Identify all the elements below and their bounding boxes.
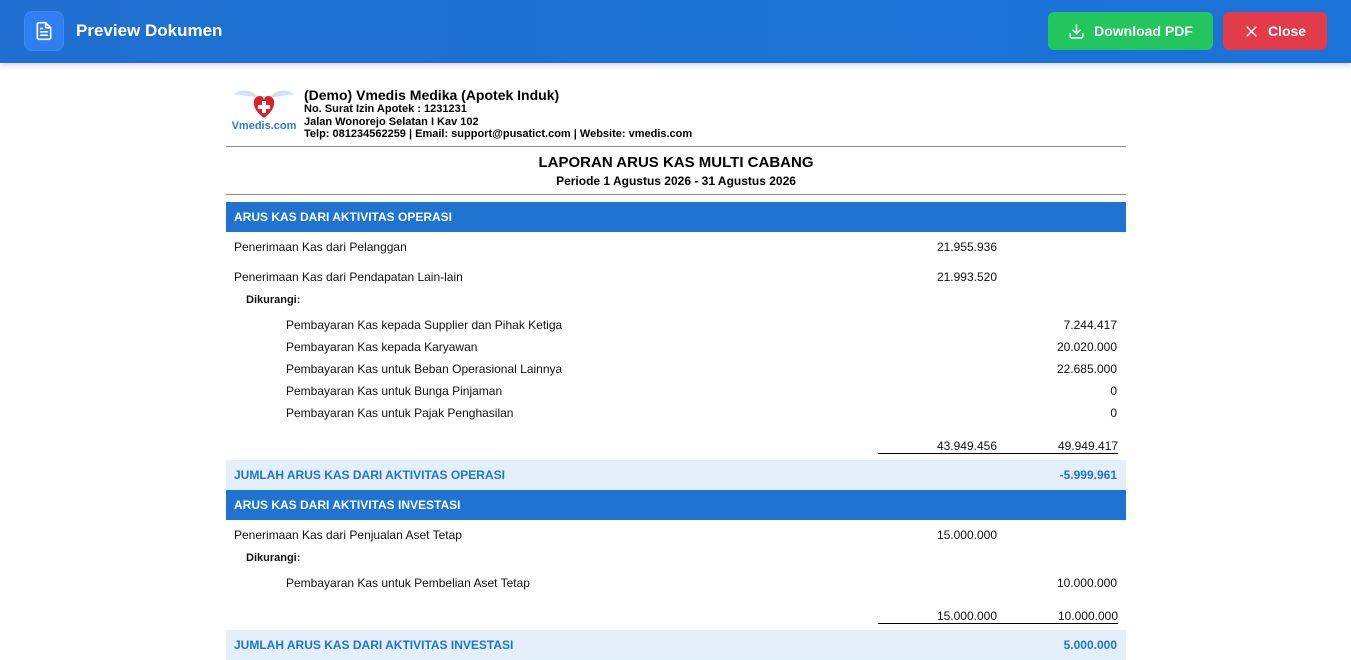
subtotal-receipts: 15.000.000 [878,609,998,624]
report-header: Vmedis.com (Demo) Vmedis Medika (Apotek … [226,63,1126,147]
table-row: Penerimaan Kas dari Penjualan Aset Tetap… [226,520,1126,550]
company-info: (Demo) Vmedis Medika (Apotek Induk) No. … [304,87,692,141]
table-row: Pembayaran Kas untuk Beban Operasional L… [226,358,1126,380]
row-value: 21.955.936 [936,240,997,254]
table-row: Pembayaran Kas untuk Bunga Pinjaman 0 [226,380,1126,402]
subtotal-row: 15.000.000 10.000.000 [226,594,1126,630]
subtotal-payments: 10.000.000 [998,609,1118,624]
download-pdf-button[interactable]: Download PDF [1048,12,1213,50]
company-contact: Telp: 081234562259 | Email: support@pusa… [304,128,693,140]
row-value: 21.993.520 [936,270,997,284]
company-logo: Vmedis.com [228,84,300,136]
row-value: 22.685.000 [1056,362,1117,376]
row-label: Pembayaran Kas untuk Bunga Pinjaman [286,384,503,398]
company-name: (Demo) Vmedis Medika (Apotek Induk) [304,87,560,103]
sum-value: 5.000.000 [1063,638,1117,652]
sum-value: -5.999.961 [1059,468,1117,482]
report-document: Vmedis.com (Demo) Vmedis Medika (Apotek … [226,63,1126,660]
section-heading-operasi: ARUS KAS DARI AKTIVITAS OPERASI [226,202,1126,232]
top-bar: Preview Dokumen Download PDF Close [0,0,1351,63]
report-title: LAPORAN ARUS KAS MULTI CABANG [538,154,814,171]
row-label: Pembayaran Kas untuk Pajak Penghasilan [286,406,514,420]
subtotal-receipts: 43.949.456 [878,439,998,454]
row-label: Penerimaan Kas dari Penjualan Aset Tetap [234,528,462,542]
table-row: Penerimaan Kas dari Pendapatan Lain-lain… [226,262,1126,292]
subtotal-payments: 49.949.417 [998,439,1118,454]
section-total-operasi: JUMLAH ARUS KAS DARI AKTIVITAS OPERASI -… [226,460,1126,490]
document-icon [24,11,64,51]
table-row: Pembayaran Kas kepada Supplier dan Pihak… [226,314,1126,336]
section-total-investasi: JUMLAH ARUS KAS DARI AKTIVITAS INVESTASI… [226,630,1126,660]
sum-label: JUMLAH ARUS KAS DARI AKTIVITAS INVESTASI [234,638,514,652]
row-value: 0 [1110,384,1117,398]
table-row: Pembayaran Kas kepada Karyawan 20.020.00… [226,336,1126,358]
deduct-label: Dikurangi: [246,294,301,306]
close-icon [1246,25,1257,37]
row-value: 7.244.417 [1063,318,1117,332]
close-label: Close [1267,23,1307,39]
table-row: Pembayaran Kas untuk Pajak Penghasilan 0 [226,402,1126,424]
close-button[interactable]: Close [1223,12,1327,50]
report-period: Periode 1 Agustus 2026 - 31 Agustus 2026 [556,174,796,188]
download-icon [1069,23,1084,39]
row-label: Pembayaran Kas kepada Karyawan [286,340,478,354]
row-label: Pembayaran Kas untuk Pembelian Aset Teta… [286,576,530,590]
page-title: Preview Dokumen [76,21,223,40]
row-label: Penerimaan Kas dari Pelanggan [234,240,407,254]
download-pdf-label: Download PDF [1094,23,1193,39]
row-label: Penerimaan Kas dari Pendapatan Lain-lain [234,270,463,284]
company-license: No. Surat Izin Apotek : 1231231 [304,103,467,115]
row-value: 15.000.000 [936,528,997,542]
section-heading-investasi: ARUS KAS DARI AKTIVITAS INVESTASI [226,490,1126,520]
sum-label: JUMLAH ARUS KAS DARI AKTIVITAS OPERASI [234,468,505,482]
row-value: 10.000.000 [1056,576,1117,590]
table-row: Pembayaran Kas untuk Pembelian Aset Teta… [226,572,1126,594]
company-address: Jalan Wonorejo Selatan I Kav 102 [304,115,479,128]
deduct-label: Dikurangi: [246,552,301,564]
logo-text: Vmedis.com [232,120,297,132]
row-label: Pembayaran Kas kepada Supplier dan Pihak… [286,318,563,332]
subtotal-row: 43.949.456 49.949.417 [226,424,1126,460]
row-label: Pembayaran Kas untuk Beban Operasional L… [286,362,563,376]
row-value: 0 [1110,406,1117,420]
row-value: 20.020.000 [1056,340,1117,354]
table-row: Penerimaan Kas dari Pelanggan 21.955.936 [226,232,1126,262]
report-title-block: LAPORAN ARUS KAS MULTI CABANG Periode 1 … [226,147,1126,195]
